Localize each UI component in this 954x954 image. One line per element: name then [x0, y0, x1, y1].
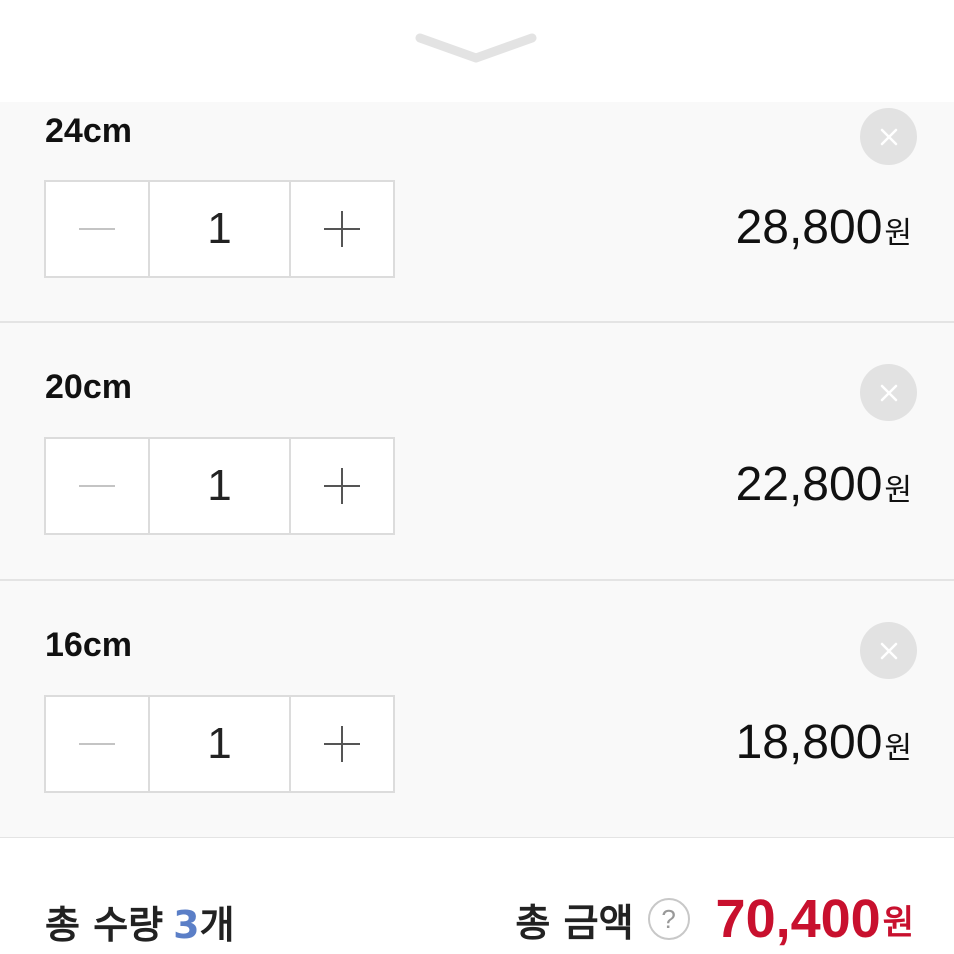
close-icon — [880, 128, 897, 145]
plus-icon — [324, 211, 361, 247]
option-item-16cm: 16cm 1 18,800 원 — [0, 581, 954, 839]
increase-button[interactable] — [291, 697, 393, 791]
minus-icon — [78, 485, 115, 487]
help-icon[interactable]: ? — [647, 898, 690, 940]
order-summary: 총 수량 3 개 총 금액 ? 70,400 원 — [0, 838, 954, 954]
price-value: 22,800 — [735, 458, 883, 511]
minus-icon — [78, 743, 115, 745]
close-icon — [880, 642, 897, 659]
total-quantity-unit: 개 — [199, 903, 235, 947]
increase-button[interactable] — [291, 182, 393, 276]
chevron-down-icon — [415, 33, 537, 63]
total-quantity-label: 총 수량 — [45, 903, 164, 947]
total-quantity-value: 3 — [173, 903, 200, 947]
price-currency: 원 — [884, 732, 912, 765]
decrease-button[interactable] — [46, 439, 148, 533]
total-quantity: 총 수량 3 개 — [45, 894, 235, 949]
price-currency: 원 — [884, 217, 912, 250]
total-amount-value: 70,400 — [715, 889, 881, 949]
sheet-handle[interactable] — [0, 0, 954, 102]
plus-icon — [324, 468, 361, 504]
price-currency: 원 — [884, 474, 912, 507]
remove-option-button[interactable] — [860, 108, 917, 165]
quantity-value[interactable]: 1 — [147, 182, 292, 276]
remove-option-button[interactable] — [860, 364, 917, 421]
total-amount-currency: 원 — [882, 902, 914, 943]
remove-option-button[interactable] — [860, 622, 917, 679]
option-price: 22,800 원 — [736, 457, 912, 512]
option-name: 20cm — [45, 368, 132, 406]
price-value: 18,800 — [735, 716, 883, 769]
decrease-button[interactable] — [46, 182, 148, 276]
quantity-stepper: 1 — [44, 180, 395, 278]
quantity-value[interactable]: 1 — [147, 439, 292, 533]
plus-icon — [324, 726, 361, 762]
quantity-value[interactable]: 1 — [147, 697, 292, 791]
option-list: 24cm 1 28,800 원 20cm 1 22,800 원 16cm 1 1… — [0, 102, 954, 839]
quantity-stepper: 1 — [44, 437, 395, 535]
decrease-button[interactable] — [46, 697, 148, 791]
option-price: 28,800 원 — [736, 200, 912, 255]
option-name: 24cm — [45, 112, 132, 150]
minus-icon — [78, 228, 115, 230]
price-value: 28,800 — [735, 201, 883, 254]
option-item-20cm: 20cm 1 22,800 원 — [0, 323, 954, 581]
quantity-stepper: 1 — [44, 695, 395, 793]
option-price: 18,800 원 — [736, 715, 912, 770]
option-item-24cm: 24cm 1 28,800 원 — [0, 102, 954, 323]
close-icon — [880, 384, 897, 401]
option-name: 16cm — [45, 626, 132, 664]
increase-button[interactable] — [291, 439, 393, 533]
total-amount: 총 금액 ? 70,400 원 — [515, 888, 914, 950]
total-amount-label: 총 금액 — [515, 900, 634, 945]
